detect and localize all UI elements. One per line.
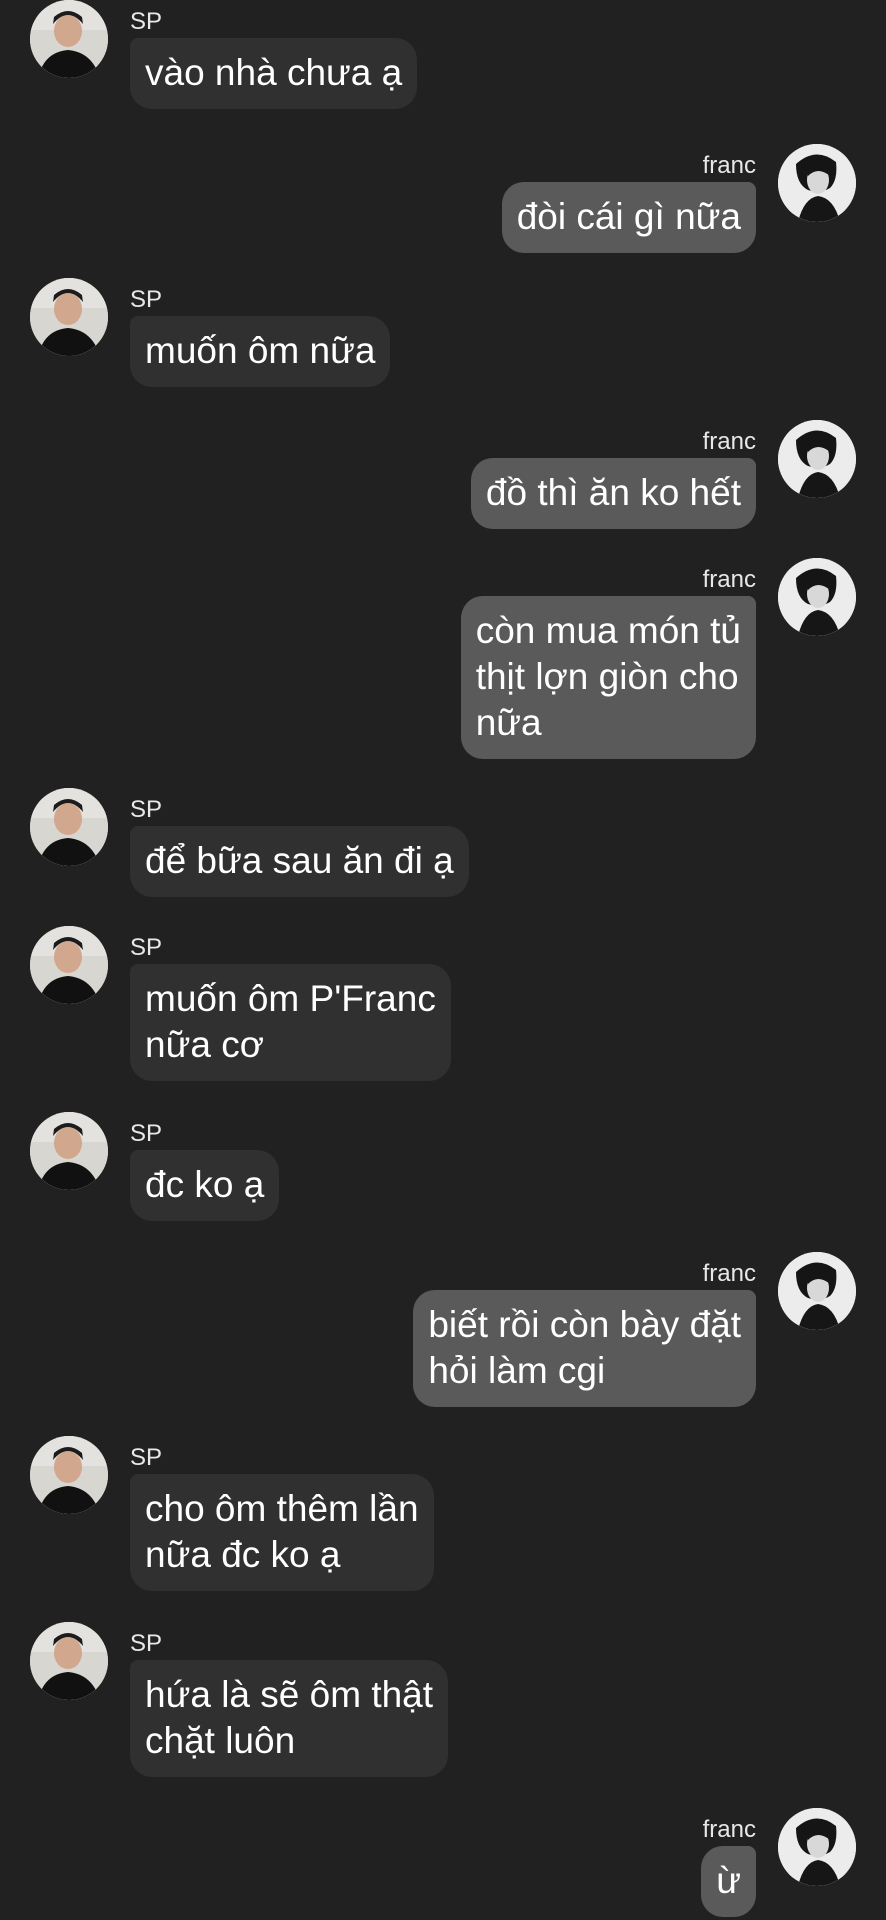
franc-avatar-icon[interactable] (778, 1252, 856, 1330)
sender-name: franc (702, 1816, 756, 1843)
message-bubble[interactable]: để bữa sau ăn đi ạ (130, 826, 469, 897)
sp-avatar-icon[interactable] (30, 1622, 108, 1700)
sp-avatar-icon[interactable] (30, 0, 108, 78)
franc-avatar-icon[interactable] (778, 144, 856, 222)
sender-name: SP (130, 1444, 163, 1471)
message-bubble[interactable]: đòi cái gì nữa (501, 182, 756, 253)
sp-avatar-icon[interactable] (30, 926, 108, 1004)
sender-name: SP (130, 286, 163, 313)
sender-name: franc (702, 152, 756, 179)
message-bubble[interactable]: đc ko ạ (130, 1150, 280, 1221)
sp-avatar-icon[interactable] (30, 1112, 108, 1190)
sender-name: SP (130, 1630, 163, 1657)
message-bubble[interactable]: vào nhà chưa ạ (130, 38, 418, 109)
sp-avatar-icon[interactable] (30, 1436, 108, 1514)
message-bubble[interactable]: ừ (701, 1846, 756, 1917)
sender-name: SP (130, 796, 163, 823)
sender-name: franc (702, 566, 756, 593)
sender-name: SP (130, 1120, 163, 1147)
franc-avatar-icon[interactable] (778, 1808, 856, 1886)
message-bubble[interactable]: biết rồi còn bày đặt hỏi làm cgi (413, 1290, 756, 1407)
sender-name: SP (130, 934, 163, 961)
franc-avatar-icon[interactable] (778, 558, 856, 636)
message-bubble[interactable]: cho ôm thêm lần nữa đc ko ạ (130, 1474, 434, 1591)
message-bubble[interactable]: hứa là sẽ ôm thật chặt luôn (130, 1660, 449, 1777)
sp-avatar-icon[interactable] (30, 278, 108, 356)
sp-avatar-icon[interactable] (30, 788, 108, 866)
franc-avatar-icon[interactable] (778, 420, 856, 498)
message-bubble[interactable]: đồ thì ăn ko hết (470, 458, 756, 529)
chat-thread: SP vào nhà chưa ạ franc đòi cái gì nữa S… (0, 0, 886, 1920)
message-bubble[interactable]: muốn ôm P'Franc nữa cơ (130, 964, 451, 1081)
sender-name: franc (702, 428, 756, 455)
sender-name: franc (702, 1260, 756, 1287)
sender-name: SP (130, 8, 163, 35)
message-bubble[interactable]: muốn ôm nữa (130, 316, 391, 387)
message-bubble[interactable]: còn mua món tủ thịt lợn giòn cho nữa (460, 596, 756, 759)
